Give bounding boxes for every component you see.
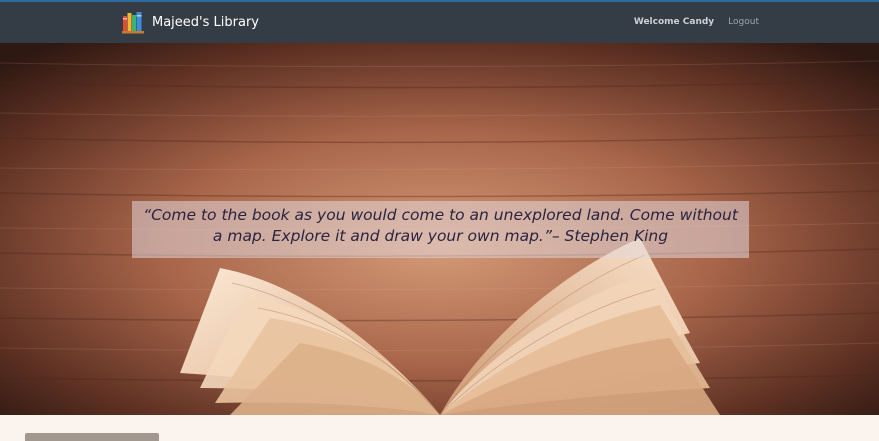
quote-box: “Come to the book as you would come to a… <box>132 201 749 258</box>
books-icon <box>122 12 144 34</box>
hero-banner: “Come to the book as you would come to a… <box>0 43 879 415</box>
welcome-text: Welcome Candy <box>633 17 715 27</box>
brand-link[interactable]: Majeed's Library <box>122 10 259 34</box>
top-navbar: Majeed's Library Welcome Candy Logout <box>0 0 879 43</box>
quote-text: “Come to the book as you would come to a… <box>143 206 738 245</box>
content-area <box>0 415 879 441</box>
logout-link[interactable]: Logout <box>728 17 759 27</box>
nav-right: Welcome Candy Logout <box>634 17 759 27</box>
brand-name: Majeed's Library <box>152 14 259 30</box>
section-tab[interactable] <box>25 433 159 441</box>
